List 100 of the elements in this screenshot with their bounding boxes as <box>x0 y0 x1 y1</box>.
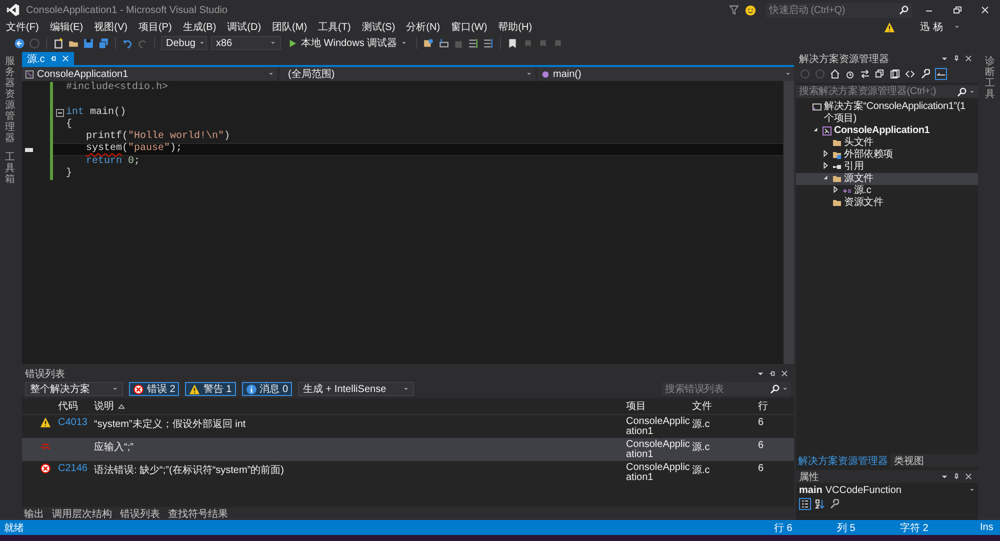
caret-icon[interactable] <box>941 473 948 480</box>
filter-icon[interactable] <box>729 5 739 15</box>
uncomment-icon[interactable] <box>483 38 494 48</box>
show-all-files-icon[interactable] <box>890 69 900 79</box>
clock-icon[interactable] <box>845 69 855 79</box>
object-dropdown[interactable]: main VCCodeFunction <box>796 483 978 497</box>
menu-item[interactable]: 测试(S) <box>362 20 396 34</box>
comment-icon[interactable] <box>468 38 480 48</box>
categorized-icon[interactable] <box>799 498 811 510</box>
caret-icon[interactable] <box>954 24 960 30</box>
source-dropdown[interactable]: 生成 + IntelliSense <box>298 382 414 396</box>
tree-item[interactable]: 解决方案“ConsoleApplication1”(1 个项目) <box>796 101 978 125</box>
search-button[interactable] <box>767 382 791 396</box>
save-icon[interactable] <box>83 38 94 48</box>
wrench-icon[interactable] <box>829 499 839 509</box>
tree-item[interactable]: 头文件 <box>796 137 978 149</box>
menu-item[interactable]: 帮助(H) <box>498 20 532 34</box>
references-icon <box>832 162 842 172</box>
panel-tab[interactable]: 类视图 <box>892 454 926 468</box>
pin-icon[interactable] <box>953 473 960 480</box>
column-header[interactable]: 代码 <box>56 399 92 413</box>
collapse-all-icon[interactable] <box>875 69 885 79</box>
caret-icon[interactable] <box>757 370 764 377</box>
tree-item[interactable]: 源.c <box>796 185 978 197</box>
expanded-arrow-icon[interactable] <box>822 174 829 181</box>
sort-alpha-icon[interactable] <box>815 499 825 509</box>
menu-item[interactable]: 项目(P) <box>138 20 172 34</box>
menu-item[interactable]: 工具(T) <box>318 20 351 34</box>
step-icon[interactable] <box>438 38 450 48</box>
quick-launch-field[interactable]: 快速启动 (Ctrl+Q) <box>766 2 896 18</box>
collapsed-arrow-icon[interactable] <box>832 186 839 193</box>
collapsed-arrow-icon[interactable] <box>822 162 829 169</box>
search-button[interactable] <box>954 85 978 98</box>
tree-item[interactable]: 源文件 <box>796 173 978 185</box>
member-dropdown[interactable]: main() <box>538 67 794 81</box>
side-tab[interactable]: 诊断工具 <box>985 56 995 100</box>
bookmark-icon[interactable] <box>507 38 518 48</box>
filter-toggle[interactable]: 消息 0 <box>242 382 292 396</box>
panel-tab[interactable]: 错误列表 <box>120 506 160 520</box>
menu-item[interactable]: 文件(F) <box>6 20 39 34</box>
menu-item[interactable]: 窗口(W) <box>451 20 488 34</box>
search-button[interactable] <box>896 2 912 18</box>
warning-icon[interactable] <box>884 22 896 32</box>
preview-toggle-icon[interactable] <box>935 68 947 80</box>
collapsed-arrow-icon[interactable] <box>822 150 829 157</box>
tree-item[interactable]: 外部依赖项 <box>796 149 978 161</box>
collapse-icon[interactable] <box>56 108 64 117</box>
configuration-dropdown[interactable]: Debug <box>161 36 207 50</box>
close-icon[interactable] <box>965 55 972 62</box>
undo-icon[interactable] <box>122 38 133 48</box>
scope-dropdown[interactable]: (全局范围) <box>280 67 535 81</box>
back-icon[interactable] <box>14 38 25 48</box>
column-header[interactable]: 行 <box>758 399 782 413</box>
tree-item[interactable]: 资源文件 <box>796 197 978 209</box>
save-all-icon[interactable] <box>98 38 109 48</box>
pin-icon[interactable] <box>769 370 776 377</box>
panel-tab[interactable]: 调用层次结构 <box>52 506 112 520</box>
panel-tab[interactable]: 输出 <box>24 506 44 520</box>
filter-toggle[interactable]: 错误 2 <box>129 382 180 396</box>
new-project-icon[interactable] <box>53 38 64 48</box>
restore-icon[interactable] <box>952 5 962 15</box>
home-icon[interactable] <box>830 69 840 79</box>
menu-item[interactable]: 团队(M) <box>272 20 308 34</box>
expanded-arrow-icon[interactable] <box>812 126 819 133</box>
user-name[interactable]: 迅 杨 <box>920 20 943 34</box>
close-icon[interactable] <box>980 5 990 15</box>
panel-tab[interactable]: 查找符号结果 <box>168 506 228 520</box>
scope-dropdown[interactable]: 整个解决方案 <box>25 382 123 396</box>
close-icon[interactable] <box>965 473 972 480</box>
column-header[interactable]: 文件 <box>692 399 758 413</box>
tree-item[interactable]: ConsoleApplication1 <box>796 125 978 137</box>
menu-item[interactable]: 视图(V) <box>94 20 128 34</box>
pin-icon[interactable] <box>953 55 960 62</box>
side-tab[interactable]: 工具箱 <box>5 152 15 185</box>
folder-icon <box>832 198 842 208</box>
sync-icon[interactable] <box>860 69 870 79</box>
column-header[interactable]: 说明 <box>94 399 114 413</box>
error-code-link[interactable]: C2146 <box>58 463 88 474</box>
side-tab[interactable]: 服务器资源管理器 <box>5 56 15 144</box>
project-dropdown[interactable]: ConsoleApplication1 <box>22 67 277 81</box>
platform-dropdown[interactable]: x86 <box>211 36 281 50</box>
find-in-files-icon[interactable] <box>423 38 434 48</box>
smiley-icon[interactable] <box>745 4 756 16</box>
search-field[interactable]: 搜索错误列表 <box>662 382 767 396</box>
code-icon[interactable] <box>905 69 915 79</box>
start-debugging-button[interactable]: 本地 Windows 调试器 <box>285 36 410 50</box>
column-header[interactable]: 项目 <box>626 399 692 413</box>
filter-toggle[interactable]: 警告 1 <box>185 382 236 396</box>
scrollbar[interactable] <box>783 81 794 364</box>
menu-item[interactable]: 编辑(E) <box>50 20 84 34</box>
caret-icon[interactable] <box>941 55 948 62</box>
panel-tab[interactable]: 解决方案资源管理器 <box>796 454 890 468</box>
folder-icon <box>832 150 842 160</box>
menu-item[interactable]: 调试(D) <box>227 20 262 34</box>
search-field[interactable]: 搜索解决方案资源管理器(Ctrl+;) <box>796 85 954 98</box>
tree-item[interactable]: 引用 <box>796 161 978 173</box>
menu-item[interactable]: 生成(B) <box>182 20 216 34</box>
error-code-link[interactable]: C4013 <box>58 417 88 428</box>
close-icon[interactable] <box>781 370 788 377</box>
menu-item[interactable]: 分析(N) <box>406 20 440 34</box>
